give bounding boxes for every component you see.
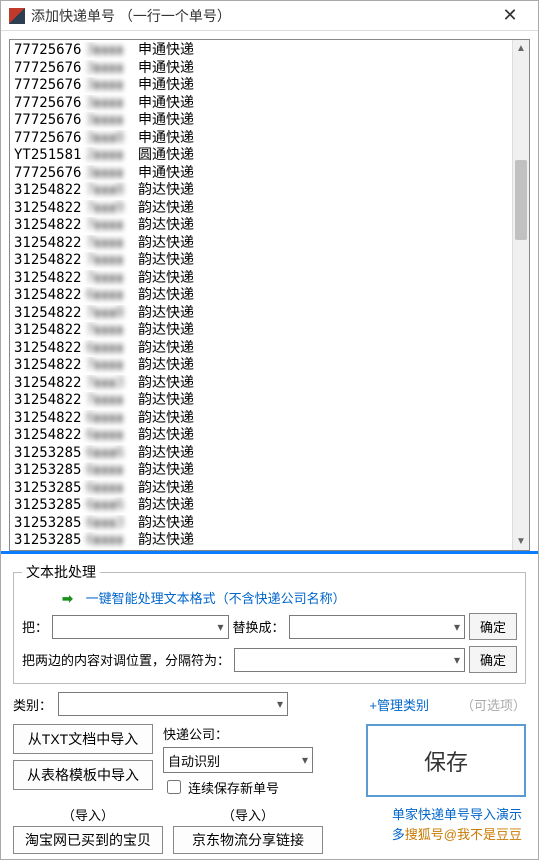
list-item[interactable]: 312548227▮▮▮▮韵达快递 xyxy=(14,357,507,375)
category-combo[interactable] xyxy=(58,692,288,716)
continuous-checkbox[interactable] xyxy=(167,780,181,794)
list-item[interactable]: 777256763▮▮▮▮申通快递 xyxy=(14,60,507,78)
list-item[interactable]: 312548227▮▮▮3韵达快递 xyxy=(14,375,507,393)
replace-from-combo[interactable] xyxy=(52,615,228,639)
list-item[interactable]: YT2515812▮▮▮▮圆通快递 xyxy=(14,147,507,165)
replace-to-combo[interactable] xyxy=(289,615,465,639)
replace-confirm-button[interactable]: 确定 xyxy=(469,613,517,640)
swap-label: 把两边的内容对调位置，分隔符为： xyxy=(22,650,230,669)
close-button[interactable]: ✕ xyxy=(490,5,530,26)
import-taobao-button[interactable]: 淘宝网已买到的宝贝 xyxy=(13,826,163,854)
footer-links: 单家快递单号导入演示 多搜狐号@我不是豆豆 xyxy=(333,805,526,844)
app-icon xyxy=(9,8,25,24)
sohu-tag: 搜狐号 xyxy=(405,827,444,842)
company-value: 自动识别 xyxy=(168,751,220,770)
controls-panel: 文本批处理 ➡ 一键智能处理文本格式（不含快递公司名称） 把： 替换成： 确定 … xyxy=(1,554,538,859)
arrow-icon: ➡ xyxy=(62,591,82,607)
batch-legend: 文本批处理 xyxy=(22,562,100,582)
continuous-label: 连续保存新单号 xyxy=(188,778,279,797)
list-item[interactable]: 777256763▮▮▮▮申通快递 xyxy=(14,77,507,95)
replace-from-label: 把： xyxy=(22,617,48,636)
import-jd-button[interactable]: 京东物流分享链接 xyxy=(173,826,323,854)
list-item[interactable]: 312548227▮▮▮▮韵达快递 xyxy=(14,217,507,235)
smart-format-link[interactable]: 一键智能处理文本格式（不含快递公司名称） xyxy=(86,591,346,606)
list-item[interactable]: 312532856▮▮▮6韵达快递 xyxy=(14,445,507,463)
list-item[interactable]: 312532856▮▮▮▮韵达快递 xyxy=(14,480,507,498)
manage-category-link[interactable]: +管理类别 xyxy=(369,695,429,714)
list-item[interactable]: 312532856▮▮▮▮韵达快递 xyxy=(14,462,507,480)
save-button[interactable]: 保存 xyxy=(366,724,526,797)
list-item[interactable]: 312548227▮▮▮▮韵达快递 xyxy=(14,322,507,340)
list-item[interactable]: 312532856▮▮▮▮韵达快递 xyxy=(14,532,507,550)
demo-multi-prefix[interactable]: 多 xyxy=(392,827,405,842)
scroll-down-icon[interactable]: ▼ xyxy=(513,533,529,550)
list-item[interactable]: 777256763▮▮▮8申通快递 xyxy=(14,130,507,148)
sohu-handle: @我不是豆豆 xyxy=(444,827,522,842)
list-item[interactable]: 312548227▮▮▮8韵达快递 xyxy=(14,182,507,200)
list-item[interactable]: 312548226▮▮▮▮韵达快递 xyxy=(14,410,507,428)
import-section: 从TXT文档中导入 从表格模板中导入 快递公司： 自动识别 连续保存新单号 保存 xyxy=(13,724,526,797)
list-item[interactable]: 777256763▮▮▮▮申通快递 xyxy=(14,112,507,130)
list-item[interactable]: 777256763▮▮▮▮申通快递 xyxy=(14,42,507,60)
import-label-1: （导入） xyxy=(62,805,114,824)
list-item[interactable]: 312548227▮▮▮8韵达快递 xyxy=(14,305,507,323)
scroll-up-icon[interactable]: ▲ xyxy=(513,40,529,57)
list-item[interactable]: 312532856▮▮▮3韵达快递 xyxy=(14,515,507,533)
category-label: 类别： xyxy=(13,695,52,714)
list-item[interactable]: 312548226▮▮▮▮韵达快递 xyxy=(14,287,507,305)
import-label-2: （导入） xyxy=(222,805,274,824)
window-title: 添加快递单号 （一行一个单号） xyxy=(31,6,490,26)
list-item[interactable]: 312548227▮▮▮9韵达快递 xyxy=(14,200,507,218)
swap-confirm-button[interactable]: 确定 xyxy=(469,646,517,673)
import-txt-button[interactable]: 从TXT文档中导入 xyxy=(13,724,153,754)
swap-delimiter-combo[interactable] xyxy=(234,648,465,672)
tracking-number-list[interactable]: 777256763▮▮▮▮申通快递777256763▮▮▮▮申通快递777256… xyxy=(9,39,530,551)
list-item[interactable]: 312548227▮▮▮▮韵达快递 xyxy=(14,252,507,270)
list-content: 777256763▮▮▮▮申通快递777256763▮▮▮▮申通快递777256… xyxy=(10,40,511,550)
list-item[interactable]: 312548226▮▮▮▮韵达快递 xyxy=(14,340,507,358)
demo-single-link[interactable]: 单家快递单号导入演示 xyxy=(392,807,522,822)
list-item[interactable]: 312532856▮▮▮3韵达快递 xyxy=(14,550,507,551)
replace-to-label: 替换成： xyxy=(233,617,285,636)
category-optional: （可选项） xyxy=(461,695,526,714)
company-label: 快递公司： xyxy=(163,724,360,743)
list-item[interactable]: 777256763▮▮▮▮申通快递 xyxy=(14,165,507,183)
continuous-save-row[interactable]: 连续保存新单号 xyxy=(163,777,360,797)
scrollbar[interactable]: ▲ ▼ xyxy=(512,40,529,550)
titlebar: 添加快递单号 （一行一个单号） ✕ xyxy=(1,1,538,31)
list-item[interactable]: 312532856▮▮▮6韵达快递 xyxy=(14,497,507,515)
list-item[interactable]: 312548226▮▮▮▮韵达快递 xyxy=(14,427,507,445)
scroll-thumb[interactable] xyxy=(515,160,527,240)
list-item[interactable]: 312548227▮▮▮▮韵达快递 xyxy=(14,270,507,288)
import-sheet-button[interactable]: 从表格模板中导入 xyxy=(13,760,153,790)
list-item[interactable]: 777256763▮▮▮▮申通快递 xyxy=(14,95,507,113)
footer-row: （导入） 淘宝网已买到的宝贝 （导入） 京东物流分享链接 单家快递单号导入演示 … xyxy=(13,805,526,854)
batch-fieldset: 文本批处理 ➡ 一键智能处理文本格式（不含快递公司名称） 把： 替换成： 确定 … xyxy=(13,562,526,684)
company-combo[interactable]: 自动识别 xyxy=(163,747,313,773)
list-item[interactable]: 312548227▮▮▮▮韵达快递 xyxy=(14,235,507,253)
window: 添加快递单号 （一行一个单号） ✕ 777256763▮▮▮▮申通快递77725… xyxy=(0,0,539,860)
category-row: 类别： +管理类别 （可选项） xyxy=(13,692,526,716)
list-item[interactable]: 312548227▮▮▮▮韵达快递 xyxy=(14,392,507,410)
